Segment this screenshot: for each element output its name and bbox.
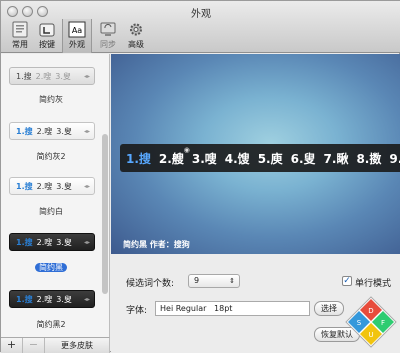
theme-name: 简约黑2 xyxy=(36,320,66,329)
theme-name-selected: 简约黑 xyxy=(1,262,101,273)
theme-thumbnail: 1.搜 2.嗖 3.叟 ◂▸ xyxy=(9,67,95,85)
theme-item-jianyue-hei[interactable]: 1.搜 2.嗖 3.叟 ◂▸ 简约黑 xyxy=(1,228,101,278)
skin-preview: 1.搜 2.艘◉ 3.嗖 4.馊 5.庾 6.叟 7.瞅 8.擞 9.薮 简约黑… xyxy=(111,54,400,254)
tab-appearance[interactable]: Aa 外观 xyxy=(62,19,92,53)
svg-text:D: D xyxy=(368,307,373,315)
candidate-item: 7.瞅 xyxy=(323,151,349,166)
svg-text:U: U xyxy=(368,331,373,339)
add-theme-button[interactable]: + xyxy=(1,338,23,353)
single-row-checkbox[interactable]: ✓ xyxy=(342,276,352,286)
candidate-item: 3.嗖 xyxy=(191,151,217,166)
theme-thumbnail: 1.搜 2.嗖 3.叟 ◂▸ xyxy=(9,177,95,195)
theme-thumbnail: 1.搜 2.嗖 3.叟 ◂▸ xyxy=(9,233,95,251)
window-title: 外观 xyxy=(191,9,211,20)
tab-sync[interactable]: 同步 xyxy=(93,19,123,53)
advanced-gear-icon xyxy=(130,23,142,36)
theme-thumbnail: 1.搜 2.嗖 3.叟 ◂▸ xyxy=(9,290,95,308)
tab-general[interactable]: 常用 xyxy=(5,19,35,53)
svg-text:F: F xyxy=(381,319,385,327)
page-arrows-icon: ◂▸ xyxy=(83,127,90,135)
watermark-logo: D F U S xyxy=(345,296,397,348)
svg-text:Aa: Aa xyxy=(72,26,82,35)
page-arrows-icon: ◂▸ xyxy=(83,72,90,80)
theme-name: 简约灰2 xyxy=(36,152,66,161)
page-arrows-icon: ◂▸ xyxy=(83,295,90,303)
more-skins-link[interactable]: 更多皮肤 xyxy=(61,340,93,351)
sidebar-bottom-bar: + − 更多皮肤 xyxy=(1,337,110,353)
candidate-item: 6.叟 xyxy=(290,151,316,166)
skin-author-caption: 简约黑 作者：搜狗 xyxy=(123,240,190,249)
keyboard-icon xyxy=(39,23,55,37)
theme-item-jianyue-hei-2[interactable]: 1.搜 2.嗖 3.叟 ◂▸ 简约黑2 xyxy=(1,285,101,335)
speaker-icon: ◉ xyxy=(183,145,190,154)
theme-thumbnail: 1.搜 2.嗖 3.叟 ◂▸ xyxy=(9,122,95,140)
candidate-item: 5.庾 xyxy=(257,151,283,166)
candidate-item: 8.擞 xyxy=(356,151,382,166)
title-toolbar: 外观 常用 按键 Aa 外观 同步 高级 xyxy=(1,1,400,53)
page-arrows-icon: ◂▸ xyxy=(83,238,90,246)
sync-icon xyxy=(100,22,116,36)
svg-text:S: S xyxy=(357,319,362,327)
general-icon xyxy=(12,21,28,38)
appearance-icon: Aa xyxy=(68,21,86,38)
page-arrows-icon: ◂▸ xyxy=(83,182,90,190)
sidebar-scrollbar[interactable] xyxy=(102,134,108,294)
tab-keys[interactable]: 按键 xyxy=(32,19,62,53)
remove-theme-button[interactable]: − xyxy=(23,338,45,353)
theme-name: 简约白 xyxy=(39,207,63,216)
font-label: 字体: xyxy=(126,306,148,316)
theme-item-jianyue-bai[interactable]: 1.搜 2.嗖 3.叟 ◂▸ 简约白 xyxy=(1,172,101,222)
theme-item-jianyue-hui-2[interactable]: 1.搜 2.嗖 3.叟 ◂▸ 简约灰2 xyxy=(1,117,101,167)
theme-name: 简约灰 xyxy=(39,95,63,104)
font-field[interactable]: Hei Regular 18pt xyxy=(155,301,310,316)
candidate-item: 1.搜 xyxy=(126,151,151,166)
candidate-item: 9.薮 xyxy=(389,151,400,166)
tab-advanced[interactable]: 高级 xyxy=(121,19,151,53)
choose-font-button[interactable]: 选择 xyxy=(314,301,344,316)
preferences-window: 外观 常用 按键 Aa 外观 同步 高级 1.搜 2.嗖 3.叟 ◂▸ 简约灰 … xyxy=(0,0,400,353)
candidate-count-label: 候选词个数: xyxy=(126,279,175,289)
candidate-item: 2.艘 ◉ xyxy=(158,145,190,166)
theme-item-jianyue-hui[interactable]: 1.搜 2.嗖 3.叟 ◂▸ 简约灰 xyxy=(1,64,101,114)
chevron-updown-icon: ⇕ xyxy=(229,277,235,285)
candidate-count-select[interactable]: 9 ⇕ xyxy=(188,274,240,288)
candidate-bar: 1.搜 2.艘◉ 3.嗖 4.馊 5.庾 6.叟 7.瞅 8.擞 9.薮 xyxy=(120,144,400,172)
theme-list: 1.搜 2.嗖 3.叟 ◂▸ 简约灰 1.搜 2.嗖 3.叟 ◂▸ 简约灰2 1… xyxy=(1,54,110,337)
candidate-item: 4.馊 xyxy=(224,151,250,166)
single-row-label: 单行模式 xyxy=(355,279,392,289)
